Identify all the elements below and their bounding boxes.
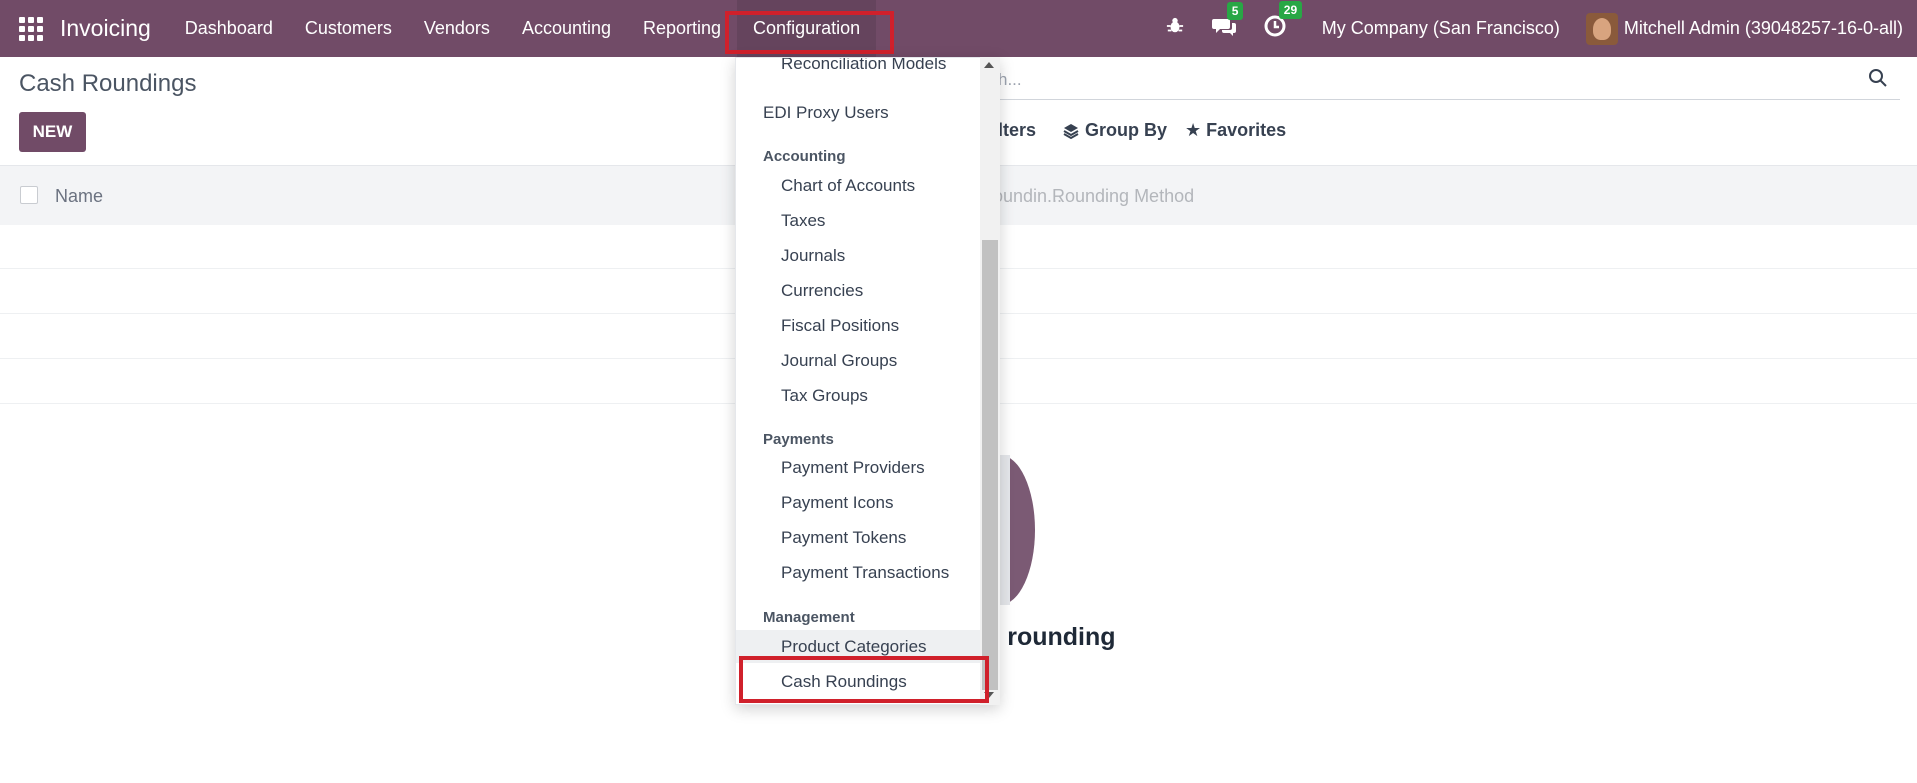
configuration-dropdown: Reconciliation Models EDI Proxy Users Ac…: [735, 57, 1000, 705]
menu-currencies[interactable]: Currencies: [781, 281, 863, 301]
search-icon[interactable]: [1868, 68, 1888, 88]
section-management: Management: [763, 609, 855, 626]
layers-icon: [1063, 123, 1079, 139]
star-icon: ★: [1185, 120, 1202, 140]
search-bar: [998, 62, 1900, 100]
new-button[interactable]: NEW: [19, 112, 86, 152]
apps-grid-icon[interactable]: [18, 16, 44, 42]
clock-icon[interactable]: 29: [1264, 0, 1303, 43]
menu-tax-groups[interactable]: Tax Groups: [781, 386, 868, 406]
chat-icon[interactable]: 5: [1211, 1, 1244, 42]
empty-state-title: h rounding: [985, 623, 1116, 651]
menu-edi-proxy-users[interactable]: EDI Proxy Users: [763, 103, 889, 123]
nav-customers[interactable]: Customers: [289, 0, 408, 57]
nav-vendors[interactable]: Vendors: [408, 0, 506, 57]
nav-accounting[interactable]: Accounting: [506, 0, 627, 57]
menu-taxes[interactable]: Taxes: [781, 211, 825, 231]
company-switcher[interactable]: My Company (San Francisco): [1322, 18, 1560, 39]
menu-chart-of-accounts[interactable]: Chart of Accounts: [781, 176, 915, 196]
nav-dashboard[interactable]: Dashboard: [169, 0, 289, 57]
menu-cash-roundings[interactable]: Cash Roundings: [781, 672, 907, 692]
dropdown-scroll-thumb[interactable]: [982, 240, 998, 690]
menu-reconciliation-models[interactable]: Reconciliation Models: [781, 58, 946, 74]
user-menu[interactable]: Mitchell Admin (39048257-16-0-all): [1585, 12, 1903, 45]
menu-payment-providers[interactable]: Payment Providers: [781, 458, 925, 478]
favorites-button[interactable]: ★ Favorites: [1185, 120, 1286, 141]
avatar: [1585, 12, 1618, 45]
section-payments: Payments: [763, 431, 834, 448]
user-name: Mitchell Admin (39048257-16-0-all): [1623, 18, 1903, 38]
section-accounting: Accounting: [763, 148, 846, 165]
column-rounding-method[interactable]: Rounding Method: [1052, 186, 1194, 207]
navbar-right: 5 29 My Company (San Francisco) Mitchell…: [1152, 0, 1917, 57]
group-by-button[interactable]: Group By: [1062, 120, 1167, 141]
menu-payment-transactions[interactable]: Payment Transactions: [781, 563, 949, 583]
messages-badge: 5: [1226, 1, 1244, 20]
nav-reporting[interactable]: Reporting: [627, 0, 737, 57]
activities-badge: 29: [1278, 0, 1303, 19]
favorites-label: Favorites: [1206, 120, 1287, 140]
menu-journal-groups[interactable]: Journal Groups: [781, 351, 897, 371]
menu-journals[interactable]: Journals: [781, 246, 845, 266]
nav-configuration[interactable]: Configuration: [737, 0, 877, 57]
scroll-up-arrow-icon[interactable]: [984, 62, 994, 68]
page-title: Cash Roundings: [19, 70, 197, 97]
group-by-label: Group By: [1085, 120, 1168, 140]
top-navbar: Invoicing Dashboard Customers Vendors Ac…: [0, 0, 1917, 57]
bug-icon[interactable]: [1166, 17, 1184, 41]
menu-payment-tokens[interactable]: Payment Tokens: [781, 528, 906, 548]
app-brand[interactable]: Invoicing: [60, 15, 151, 42]
select-all-checkbox[interactable]: [20, 186, 38, 204]
menu-product-categories[interactable]: Product Categories: [781, 637, 927, 657]
search-input[interactable]: [998, 70, 1858, 90]
column-name[interactable]: Name: [55, 186, 103, 207]
filters-button[interactable]: lters: [998, 120, 1036, 141]
menu-fiscal-positions[interactable]: Fiscal Positions: [781, 316, 899, 336]
menu-payment-icons[interactable]: Payment Icons: [781, 493, 893, 513]
scroll-down-arrow-icon[interactable]: [984, 692, 994, 698]
